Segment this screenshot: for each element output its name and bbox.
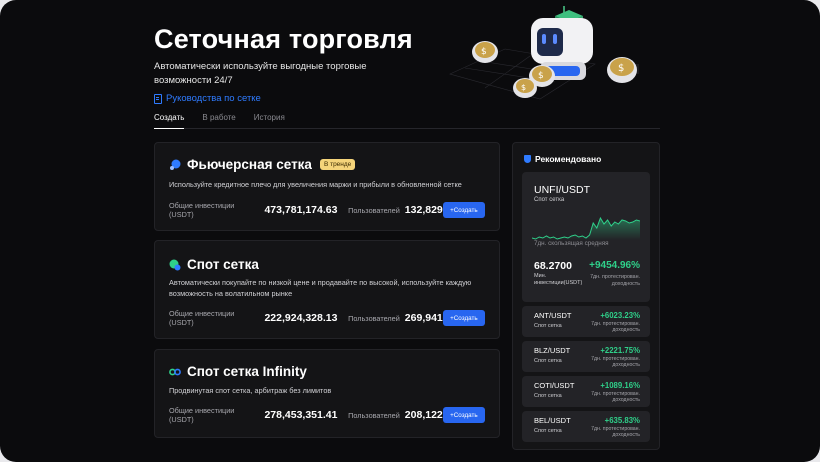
item-note: 7дн. протестирован. доходность xyxy=(591,391,640,404)
item-pair: COTI/USDT xyxy=(534,381,575,390)
moving-average-label: 7дн. скользящая средняя xyxy=(534,240,609,247)
item-percent: +2221.75% xyxy=(600,346,640,355)
users-label: Пользователей xyxy=(348,410,400,420)
app-frame: Сеточная торговля Автоматически использу… xyxy=(0,0,820,462)
shield-icon xyxy=(524,155,531,163)
item-note: 7дн. протестирован. доходность xyxy=(591,321,640,334)
recommended-title: Рекомендовано xyxy=(535,154,602,164)
featured-note: 7дн. протестирован. доходность xyxy=(590,274,640,287)
svg-text:$: $ xyxy=(538,71,544,81)
investment-value: 278,453,351.41 xyxy=(264,409,338,421)
recommended-panel: Рекомендовано UNFI/USDT Спот сетка 7дн. … xyxy=(512,142,660,450)
card-title: Фьючерсная сетка xyxy=(187,157,312,172)
card-description: Продвинутая спот сетка, арбитраж без лим… xyxy=(169,386,332,395)
card-title: Спот сетка xyxy=(187,257,259,272)
card-title: Спот сетка Infinity xyxy=(187,364,307,379)
recommendation-item[interactable]: ANT/USDT Спот сетка +6023.23% 7дн. проте… xyxy=(522,306,650,337)
futures-grid-icon xyxy=(170,159,181,170)
infinity-grid-icon xyxy=(169,368,181,375)
tab-running[interactable]: В работе xyxy=(202,112,235,129)
item-percent: +635.83% xyxy=(604,416,640,425)
recommendation-item[interactable]: BEL/USDT Спот сетка +635.83% 7дн. протес… xyxy=(522,411,650,442)
item-note: 7дн. протестирован. доходность xyxy=(591,426,640,439)
featured-pair: UNFI/USDT xyxy=(534,184,590,196)
grid-guides-label: Руководства по сетке xyxy=(166,93,261,104)
featured-sparkline xyxy=(532,216,640,240)
item-percent: +6023.23% xyxy=(600,311,640,320)
item-pair: BEL/USDT xyxy=(534,416,571,425)
users-label: Пользователей xyxy=(348,313,400,323)
investment-label: Общие инвестиции (USDT) xyxy=(169,406,235,424)
create-spot-grid-button[interactable]: +Создать xyxy=(442,310,485,326)
futures-grid-card[interactable]: Фьючерсная сетка В тренде Используйте кр… xyxy=(154,142,500,231)
page-title: Сеточная торговля xyxy=(154,24,413,54)
create-futures-grid-button[interactable]: +Создать xyxy=(442,202,485,218)
users-label: Пользователей xyxy=(348,205,400,215)
spot-grid-card[interactable]: Спот сетка Автоматически покупайте по ни… xyxy=(154,240,500,339)
page-subtitle: Автоматически используйте выгодные торго… xyxy=(154,61,367,86)
users-value: 132,829 xyxy=(404,204,443,216)
card-description: Используйте кредитное плечо для увеличен… xyxy=(169,180,462,189)
spot-grid-icon xyxy=(169,259,181,270)
create-infinity-grid-button[interactable]: +Создать xyxy=(442,407,485,423)
book-icon xyxy=(154,93,162,104)
item-pair: ANT/USDT xyxy=(534,311,572,320)
item-type: Спот сетка xyxy=(534,393,562,399)
trend-badge: В тренде xyxy=(319,159,356,170)
item-type: Спот сетка xyxy=(534,428,562,434)
featured-recommendation[interactable]: UNFI/USDT Спот сетка 7дн. скользящая сре… xyxy=(522,172,650,302)
infinity-grid-card[interactable]: Спот сетка Infinity Продвинутая спот сет… xyxy=(154,349,500,438)
svg-text:$: $ xyxy=(618,63,624,74)
tab-create[interactable]: Создать xyxy=(154,112,185,129)
item-type: Спот сетка xyxy=(534,358,562,364)
tab-bar: Создать В работе История xyxy=(154,112,660,129)
item-type: Спот сетка xyxy=(534,323,562,329)
card-description: Автоматически покупайте по низкой цене и… xyxy=(169,278,472,298)
featured-price: 68.2700 xyxy=(534,260,572,272)
grid-bot-illustration: $ $ $ $ xyxy=(449,6,639,100)
featured-percent: +9454.96% xyxy=(589,260,640,271)
item-percent: +1089.16% xyxy=(600,381,640,390)
featured-type: Спот сетка xyxy=(534,197,565,203)
svg-text:$: $ xyxy=(481,47,487,57)
users-value: 208,122 xyxy=(404,409,443,421)
svg-text:$: $ xyxy=(521,83,526,92)
users-value: 269,941 xyxy=(404,312,443,324)
investment-label: Общие инвестиции (USDT) xyxy=(169,201,235,219)
recommendation-item[interactable]: BLZ/USDT Спот сетка +2221.75% 7дн. проте… xyxy=(522,341,650,372)
investment-value: 222,924,328.13 xyxy=(264,312,338,324)
item-note: 7дн. протестирован. доходность xyxy=(591,356,640,369)
investment-value: 473,781,174.63 xyxy=(264,204,338,216)
grid-guides-link[interactable]: Руководства по сетке xyxy=(154,93,261,104)
tab-history[interactable]: История xyxy=(254,112,285,129)
recommendation-item[interactable]: COTI/USDT Спот сетка +1089.16% 7дн. прот… xyxy=(522,376,650,407)
investment-label: Общие инвестиции (USDT) xyxy=(169,309,235,327)
item-pair: BLZ/USDT xyxy=(534,346,571,355)
